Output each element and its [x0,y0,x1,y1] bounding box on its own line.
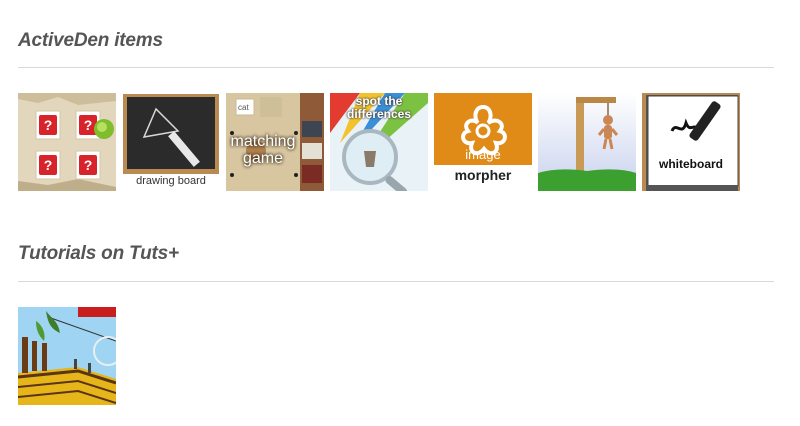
thumb-pirate-ship-tutorial[interactable] [18,307,116,405]
activeden-items-list: ?? ?? drawing board cat matching game sp… [18,93,740,191]
thumb-hangman[interactable] [538,93,636,191]
thumb-image-morpher[interactable]: image morpher [434,93,532,191]
thumb-whiteboard[interactable]: whiteboard [642,93,740,191]
thumb-matching-game[interactable]: cat matching game [226,93,324,191]
svg-text:?: ? [84,117,93,133]
svg-text:?: ? [44,157,53,173]
svg-text:?: ? [44,117,53,133]
svg-text:?: ? [84,157,93,173]
thumb-memory-game[interactable]: ?? ?? [18,93,116,191]
section-divider [18,67,774,68]
section-divider [18,281,774,282]
thumb-spot-the-differences[interactable]: spot the differences [330,93,428,191]
tuts-items-list [18,307,116,405]
thumb-drawing-board[interactable]: drawing board [122,93,220,191]
tuts-section-title: Tutorials on Tuts+ [18,243,179,264]
activeden-section-title: ActiveDen items [18,30,163,51]
